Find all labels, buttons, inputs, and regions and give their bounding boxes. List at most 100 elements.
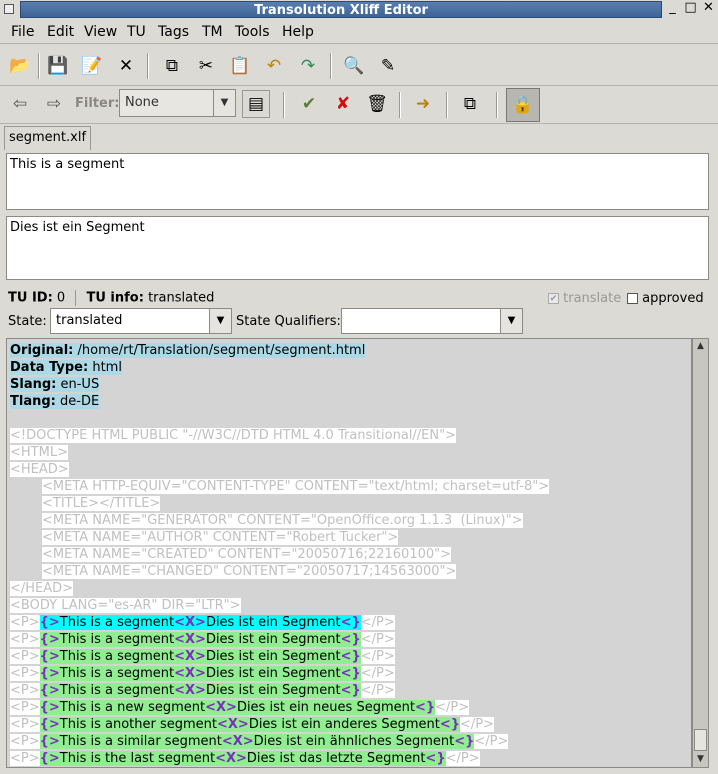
main-toolbar: 📂 💾 📝 ✕ ⧉ ✂ 📋 ↶ ↷ 🔍 ✎ (0, 46, 718, 86)
segment-line[interactable]: <P>{>This is a segment<X>Dies ist ein Se… (10, 682, 395, 699)
markup-line: <HTML> (10, 444, 68, 461)
segment-separator-marker: <X> (174, 632, 206, 647)
p-close-tag: </P> (435, 700, 470, 715)
save-icon[interactable]: 💾 (44, 52, 72, 80)
markup-line: </HEAD> (10, 580, 74, 597)
meta-label: Original: (10, 343, 74, 358)
menu-help[interactable]: Help (282, 24, 314, 40)
edit-document-icon[interactable]: ✎ (374, 52, 402, 80)
redo-icon[interactable]: ↷ (294, 52, 322, 80)
document-view[interactable]: Original: /home/rt/Translation/segment/s… (6, 338, 692, 768)
toolbar-separator (496, 92, 498, 118)
state-qualifiers-select[interactable]: ▼ (341, 308, 523, 334)
menu-tm[interactable]: TM (202, 24, 223, 40)
segment-line[interactable]: <P>{>This is a segment<X>Dies ist ein Se… (10, 648, 395, 665)
state-label: State: (8, 314, 47, 329)
p-open-tag: <P> (10, 700, 40, 715)
markup-line: <!DOCTYPE HTML PUBLIC "-//W3C//DTD HTML … (10, 427, 456, 444)
state-select[interactable]: translated ▼ (50, 308, 232, 334)
meta-label: Data Type: (10, 360, 89, 375)
menu-tools[interactable]: Tools (235, 24, 270, 40)
segment-line[interactable]: <P>{>This is a new segment<X>Dies ist ei… (10, 699, 470, 716)
menu-view[interactable]: View (84, 24, 117, 40)
source-text-area[interactable]: This is a segment (6, 153, 709, 210)
markup-tag: <META NAME="CREATED" CONTENT="20050716;2… (42, 547, 451, 562)
filter-settings-icon[interactable]: ▤ (242, 90, 270, 118)
target-text-area[interactable]: Dies ist ein Segment (6, 216, 709, 280)
markup-line: <TITLE></TITLE> (42, 495, 161, 512)
translation-unit[interactable]: {>This is a new segment<X>Dies ist ein n… (39, 700, 436, 715)
segment-close-marker: <} (425, 751, 446, 766)
translation-unit[interactable]: {>This is a segment<X>Dies ist ein Segme… (39, 649, 361, 664)
segment-source: This is another segment (59, 717, 217, 732)
trash-icon[interactable]: 🗑 (363, 90, 391, 118)
tu-info-value: translated (148, 290, 215, 306)
copy-icon[interactable]: ⧉ (158, 52, 186, 80)
translation-unit[interactable]: {>This is the last segment<X>Dies ist da… (39, 751, 446, 766)
markup-line: <HEAD> (10, 461, 69, 478)
forward-arrow-icon[interactable]: ⇨ (40, 90, 68, 118)
back-arrow-icon[interactable]: ⇦ (6, 90, 34, 118)
p-close-tag: </P> (360, 683, 395, 698)
window-menu-icon[interactable] (4, 4, 14, 14)
tab-bar: segment.xlf (0, 124, 718, 150)
segment-line[interactable]: <P>{>This is the last segment<X>Dies ist… (10, 750, 480, 767)
minimize-icon[interactable]: _ (664, 1, 681, 18)
close-icon[interactable]: ✕ (700, 1, 717, 18)
tu-id-label: TU ID: (8, 290, 53, 306)
tu-info-bar: TU ID: 0 TU info: translated (8, 290, 214, 308)
translation-unit[interactable]: {>This is a segment<X>Dies ist ein Segme… (39, 666, 361, 681)
menu-file[interactable]: File (11, 24, 34, 40)
undo-icon[interactable]: ↶ (260, 52, 288, 80)
segment-line[interactable]: <P>{>This is a segment<X>Dies ist ein Se… (10, 665, 395, 682)
accept-icon[interactable]: ✔ (295, 90, 323, 118)
segment-line[interactable]: <P>{>This is another segment<X>Dies ist … (10, 716, 495, 733)
lock-icon[interactable]: 🔒 (506, 88, 540, 122)
translation-unit[interactable]: {>This is a similar segment<X>Dies ist e… (39, 734, 475, 749)
cut-icon[interactable]: ✂ (192, 52, 220, 80)
state-qualifiers-label: State Qualifiers: (236, 314, 341, 329)
scroll-down-icon[interactable]: ▼ (694, 753, 707, 766)
segment-line[interactable]: <P>{>This is a segment<X>Dies ist ein Se… (10, 631, 395, 648)
segment-target: Dies ist ein neues Segment (236, 700, 415, 715)
segment-open-marker: {> (39, 615, 60, 630)
p-open-tag: <P> (10, 683, 40, 698)
segment-open-marker: {> (39, 649, 60, 664)
segment-open-marker: {> (39, 683, 60, 698)
reject-icon[interactable]: ✘ (329, 90, 357, 118)
maximize-icon[interactable]: □ (682, 1, 699, 18)
filter-select[interactable]: None ▼ (119, 89, 236, 117)
segment-line[interactable]: <P>{>This is a similar segment<X>Dies is… (10, 733, 509, 750)
lookup-icon[interactable]: ➜ (409, 90, 437, 118)
tab-segment-xlf[interactable]: segment.xlf (4, 126, 92, 150)
document-scrollbar[interactable]: ▲ ▼ (692, 338, 709, 768)
approved-checkbox[interactable]: approved (627, 291, 704, 306)
translation-unit[interactable]: {>This is a segment<X>Dies ist ein Segme… (39, 632, 361, 647)
p-close-tag: </P> (445, 751, 480, 766)
checkbox-unchecked-icon (627, 293, 638, 304)
p-close-tag: </P> (360, 632, 395, 647)
segment-close-marker: <} (340, 632, 361, 647)
segment-line[interactable]: <P>{>This is a segment<X>Dies ist ein Se… (10, 614, 395, 631)
translation-unit[interactable]: {>This is a segment<X>Dies ist ein Segme… (39, 683, 361, 698)
translation-unit[interactable]: {>This is another segment<X>Dies ist ein… (39, 717, 461, 732)
copy-source-icon[interactable]: ⧉ (456, 90, 484, 118)
find-icon[interactable]: 🔍 (340, 52, 368, 80)
p-close-tag: </P> (460, 717, 495, 732)
paste-icon[interactable]: 📋 (226, 52, 254, 80)
translation-unit[interactable]: {>This is a segment<X>Dies ist ein Segme… (39, 615, 361, 630)
segment-source: This is a similar segment (59, 734, 222, 749)
segment-close-marker: <} (454, 734, 475, 749)
menu-tu[interactable]: TU (127, 24, 146, 40)
menu-edit[interactable]: Edit (47, 24, 74, 40)
translate-checkbox[interactable]: ✔ translate (548, 291, 621, 306)
save-as-icon[interactable]: 📝 (78, 52, 106, 80)
scroll-thumb[interactable] (694, 729, 707, 751)
segment-open-marker: {> (39, 666, 60, 681)
close-file-icon[interactable]: ✕ (112, 52, 140, 80)
scroll-up-icon[interactable]: ▲ (694, 340, 707, 353)
menu-tags[interactable]: Tags (158, 24, 189, 40)
markup-tag: <TITLE></TITLE> (42, 496, 161, 511)
open-icon[interactable]: 📂 (6, 52, 34, 80)
segment-close-marker: <} (340, 615, 361, 630)
